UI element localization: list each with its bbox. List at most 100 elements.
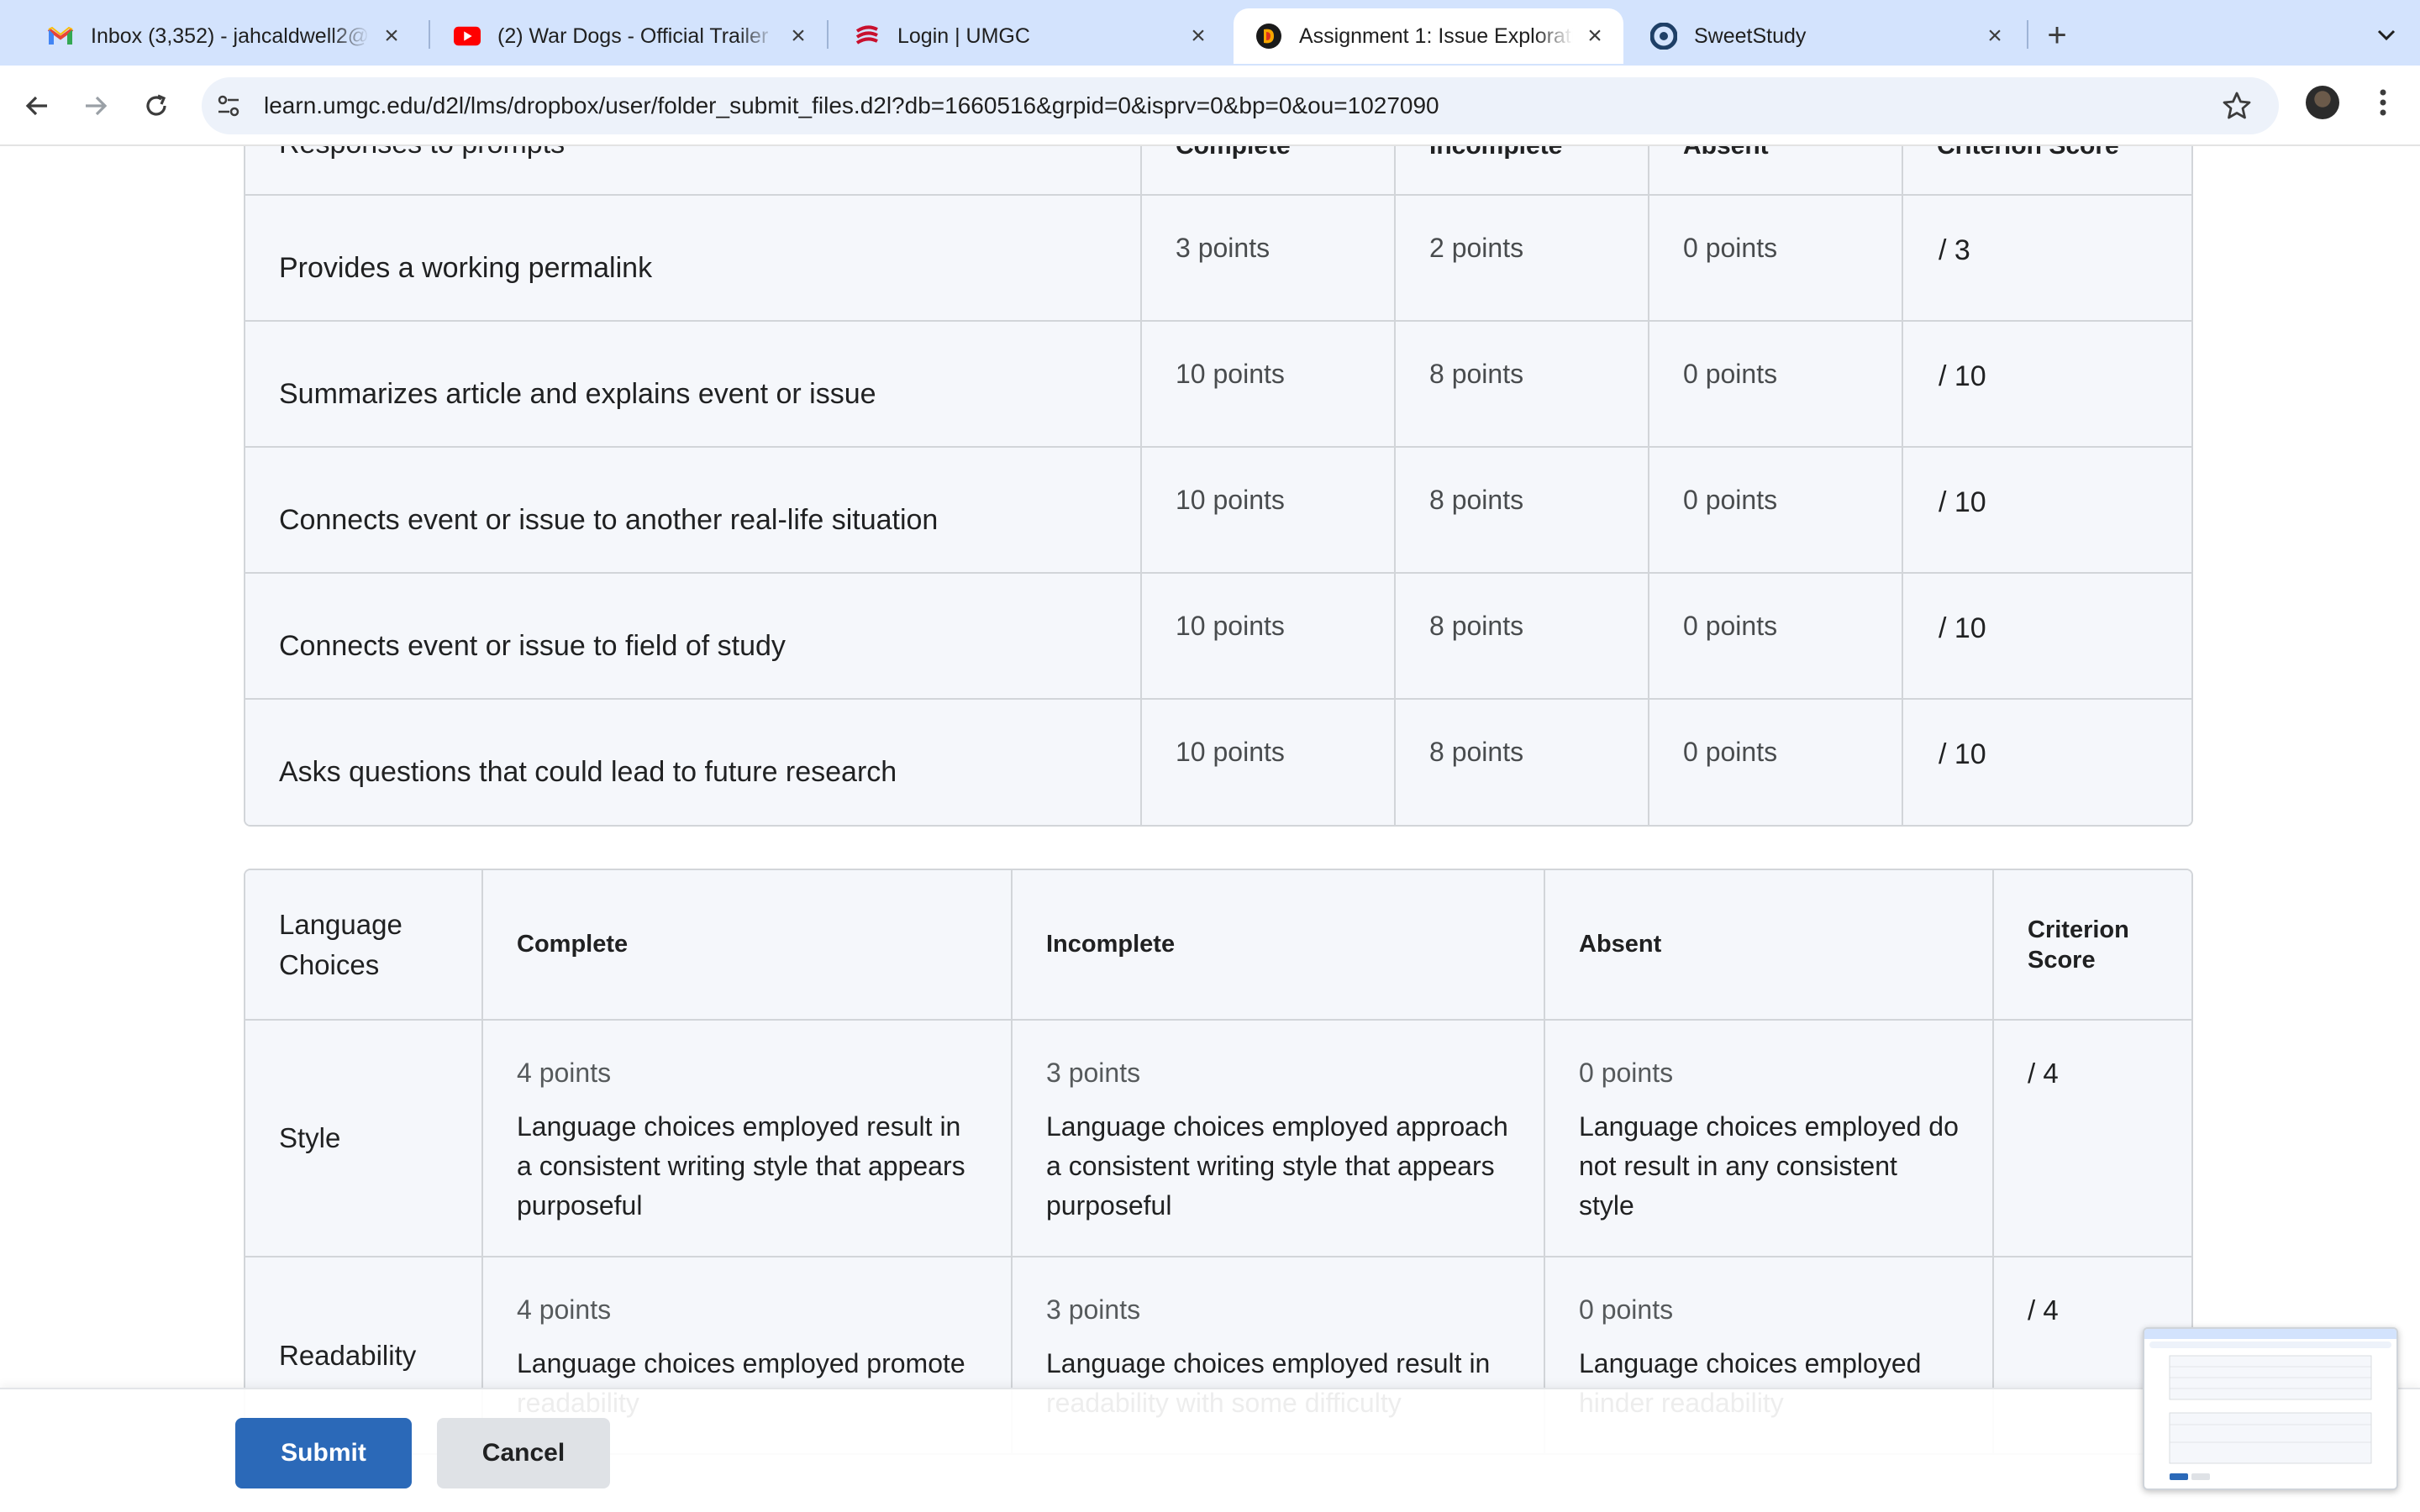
criterion-score: / 4 [1993, 1020, 2191, 1257]
tab-title: (2) War Dogs - Official Trailer [497, 24, 769, 48]
criterion-score-header: Criterion Score [1993, 870, 2191, 1021]
level-description: Language choices employed result in a co… [517, 1111, 965, 1221]
level-complete-cell[interactable]: 4 points Language choices employed resul… [482, 1020, 1013, 1257]
profile-avatar[interactable] [2306, 86, 2339, 119]
criterion-name: Provides a working permalink [245, 195, 1142, 322]
criterion-score: / 10 [1902, 699, 2191, 825]
tab-assignment[interactable]: Assignment 1: Issue Exploration × [1234, 8, 1623, 64]
level-description: Language choices employed do not result … [1579, 1111, 1959, 1221]
criterion-score: / 10 [1902, 321, 2191, 448]
level-points: 0 points [1579, 1294, 1674, 1325]
tab-title: Inbox (3,352) - jahcaldwell2@ [91, 24, 370, 48]
tab-sweetstudy[interactable]: SweetStudy × [1628, 8, 2023, 64]
back-arrow-icon[interactable] [15, 84, 59, 128]
rubric-group-label: Responses to prompts [245, 146, 1142, 196]
tab-title: Assignment 1: Issue Exploration [1299, 24, 1573, 48]
rubric-header-row: Responses to prompts Complete Incomplete… [245, 146, 2191, 196]
level-absent-points[interactable]: 0 points [1649, 321, 1903, 448]
browser-toolbar: learn.umgc.edu/d2l/lms/dropbox/user/fold… [0, 66, 2420, 146]
d2l-icon [1255, 23, 1282, 50]
site-settings-icon[interactable] [213, 91, 244, 121]
rubric-responses-to-prompts: Responses to prompts Complete Incomplete… [244, 146, 2193, 827]
level-incomplete-points[interactable]: 8 points [1395, 321, 1649, 448]
level-absent-points[interactable]: 0 points [1649, 195, 1903, 322]
tab-separator [2027, 20, 2028, 49]
level-incomplete-points[interactable]: 8 points [1395, 573, 1649, 700]
tab-search-chevron-down-icon[interactable] [2366, 15, 2407, 55]
table-row: Connects event or issue to another real-… [245, 447, 2191, 574]
table-row: Provides a working permalink 3 points 2 … [245, 195, 2191, 322]
level-header-incomplete: Incomplete [1395, 146, 1649, 196]
level-absent-points[interactable]: 0 points [1649, 447, 1903, 574]
table-row: Connects event or issue to field of stud… [245, 573, 2191, 700]
criterion-score: / 10 [1902, 447, 2191, 574]
rubric-header-row: Language Choices Complete Incomplete Abs… [245, 870, 2191, 1021]
tab-strip: Inbox (3,352) - jahcaldwell2@ × (2) War … [0, 0, 2420, 66]
level-incomplete-points[interactable]: 8 points [1395, 447, 1649, 574]
table-row: Style 4 points Language choices employed… [245, 1020, 2191, 1257]
level-description: Language choices employed approach a con… [1046, 1111, 1508, 1221]
level-points: 4 points [517, 1058, 612, 1088]
level-absent-points[interactable]: 0 points [1649, 573, 1903, 700]
level-header-complete: Complete [482, 870, 1013, 1021]
criterion-name: Connects event or issue to another real-… [245, 447, 1142, 574]
tab-separator [827, 20, 829, 49]
more-menu-icon[interactable] [2368, 84, 2398, 121]
level-absent-points[interactable]: 0 points [1649, 699, 1903, 825]
reload-icon[interactable] [134, 84, 178, 128]
tab-umgc-login[interactable]: Login | UMGC × [832, 8, 1227, 64]
level-complete-points[interactable]: 10 points [1141, 699, 1396, 825]
criterion-name: Summarizes article and explains event or… [245, 321, 1142, 448]
youtube-icon [454, 23, 481, 50]
url-text[interactable]: learn.umgc.edu/d2l/lms/dropbox/user/fold… [264, 92, 1439, 119]
level-header-absent: Absent [1649, 146, 1903, 196]
rubric-group-label: Language Choices [245, 870, 483, 1021]
level-header-absent: Absent [1544, 870, 1994, 1021]
level-points: 4 points [517, 1294, 612, 1325]
table-row: Summarizes article and explains event or… [245, 321, 2191, 448]
level-complete-points[interactable]: 10 points [1141, 447, 1396, 574]
criterion-score: / 10 [1902, 573, 2191, 700]
level-points: 3 points [1046, 1058, 1141, 1088]
address-bar[interactable]: learn.umgc.edu/d2l/lms/dropbox/user/fold… [202, 77, 2279, 134]
cancel-button[interactable]: Cancel [437, 1418, 610, 1488]
level-incomplete-points[interactable]: 8 points [1395, 699, 1649, 825]
close-tab-icon[interactable]: × [1980, 21, 2010, 51]
level-incomplete-points[interactable]: 2 points [1395, 195, 1649, 322]
submit-footer: Submit Cancel [0, 1388, 2420, 1512]
umgc-icon [854, 23, 881, 50]
level-points: 3 points [1046, 1294, 1141, 1325]
close-tab-icon[interactable]: × [783, 21, 813, 51]
level-absent-cell[interactable]: 0 points Language choices employed do no… [1544, 1020, 1994, 1257]
tab-title: Login | UMGC [897, 24, 1030, 48]
tab-youtube[interactable]: (2) War Dogs - Official Trailer × [432, 8, 827, 64]
criterion-name: Connects event or issue to field of stud… [245, 573, 1142, 700]
criterion-score-header: Criterion Score [1902, 146, 2191, 196]
criterion-name: Style [245, 1020, 483, 1257]
new-tab-button[interactable]: + [2037, 15, 2077, 55]
level-incomplete-cell[interactable]: 3 points Language choices employed appro… [1012, 1020, 1545, 1257]
level-header-incomplete: Incomplete [1012, 870, 1545, 1021]
sweetstudy-icon [1650, 23, 1677, 50]
submit-button[interactable]: Submit [235, 1418, 412, 1488]
level-header-complete: Complete [1141, 146, 1396, 196]
gmail-icon [47, 23, 74, 50]
bookmark-star-icon[interactable] [2220, 89, 2254, 123]
level-points: 0 points [1579, 1058, 1674, 1088]
level-complete-points[interactable]: 10 points [1141, 573, 1396, 700]
close-tab-icon[interactable]: × [1580, 21, 1610, 51]
level-complete-points[interactable]: 10 points [1141, 321, 1396, 448]
rubric-language-choices: Language Choices Complete Incomplete Abs… [244, 869, 2193, 1455]
table-row: Asks questions that could lead to future… [245, 699, 2191, 825]
forward-arrow-icon[interactable] [74, 84, 118, 128]
tab-title: SweetStudy [1694, 24, 1807, 48]
page-viewport: Responses to prompts Complete Incomplete… [0, 146, 2420, 1512]
criterion-name: Asks questions that could lead to future… [245, 699, 1142, 825]
tab-separator [429, 20, 430, 49]
criterion-score: / 3 [1902, 195, 2191, 322]
tab-gmail[interactable]: Inbox (3,352) - jahcaldwell2@ × [25, 8, 420, 64]
close-tab-icon[interactable]: × [376, 21, 407, 51]
close-tab-icon[interactable]: × [1183, 21, 1213, 51]
level-complete-points[interactable]: 3 points [1141, 195, 1396, 322]
screenshot-thumbnail[interactable] [2143, 1327, 2398, 1490]
